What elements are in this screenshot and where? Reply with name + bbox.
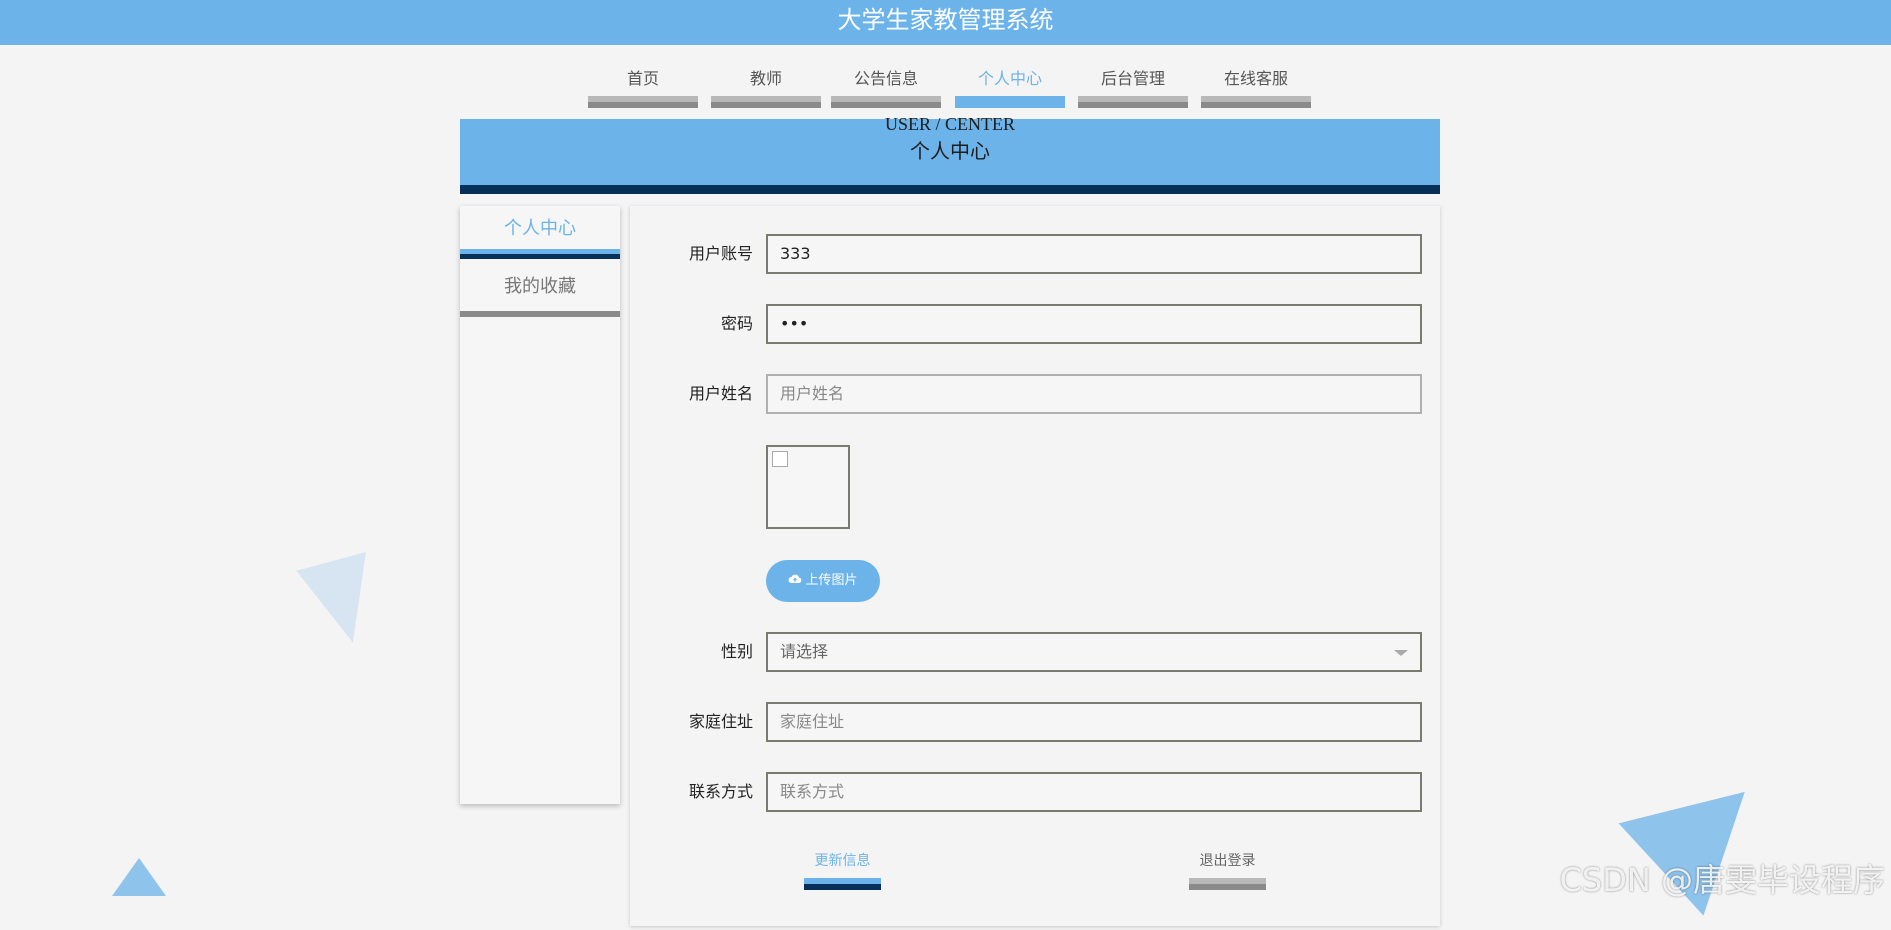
broken-image-icon: [772, 451, 788, 467]
decor-triangle: [296, 552, 388, 652]
address-field[interactable]: [766, 702, 1422, 742]
sidebar-item-label: 个人中心: [504, 218, 576, 239]
nav-online-service[interactable]: 在线客服: [1201, 62, 1311, 108]
app-title: 大学生家教管理系统: [837, 6, 1054, 34]
nav-announcements-label: 公告信息: [853, 69, 918, 88]
gender-row: 性别 请选择: [630, 632, 1440, 672]
password-row: 密码: [630, 304, 1440, 344]
address-row: 家庭住址: [630, 702, 1440, 742]
password-field[interactable]: [766, 304, 1422, 344]
name-row: 用户姓名: [630, 374, 1440, 414]
name-field[interactable]: [766, 374, 1422, 414]
nav-user-center[interactable]: 个人中心: [955, 62, 1065, 108]
banner-title-en: USER / CENTER: [884, 114, 1015, 134]
nav-announcements[interactable]: 公告信息: [831, 62, 941, 108]
upload-image-button[interactable]: 上传图片: [766, 560, 880, 602]
nav-teachers[interactable]: 教师: [711, 62, 821, 108]
logout-button[interactable]: 退出登录: [1189, 850, 1266, 894]
address-label: 家庭住址: [688, 712, 753, 731]
watermark: CSDN @唐雯毕设程序: [1559, 861, 1885, 899]
account-field[interactable]: [766, 234, 1422, 274]
decor-triangle: [112, 858, 166, 896]
contact-row: 联系方式: [630, 772, 1440, 812]
page-banner: USER / CENTER 个人中心: [460, 115, 1440, 194]
account-label: 用户账号: [688, 244, 753, 263]
logout-label: 退出登录: [1199, 853, 1256, 869]
nav-home[interactable]: 首页: [588, 62, 698, 108]
gender-select-value: 请选择: [780, 642, 829, 661]
nav-user-center-label: 个人中心: [977, 69, 1042, 88]
nav-home-label: 首页: [626, 69, 659, 88]
update-info-button[interactable]: 更新信息: [804, 850, 881, 894]
password-label: 密码: [720, 314, 753, 333]
banner-title-zh: 个人中心: [910, 141, 990, 163]
chevron-down-icon: [1394, 650, 1408, 656]
main-nav: 首页 教师 公告信息 个人中心 后台管理 在线客服: [0, 62, 1891, 110]
sidebar-item-favorites[interactable]: 我的收藏: [460, 264, 620, 322]
name-label: 用户姓名: [688, 384, 753, 403]
gender-select[interactable]: 请选择: [766, 632, 1422, 672]
contact-field[interactable]: [766, 772, 1422, 812]
nav-admin-label: 后台管理: [1100, 69, 1165, 88]
contact-label: 联系方式: [688, 782, 753, 801]
sidebar-item-user-center[interactable]: 个人中心: [460, 206, 620, 264]
gender-label: 性别: [720, 642, 753, 661]
cloud-upload-icon: [788, 574, 802, 583]
app-title-bar: 大学生家教管理系统: [0, 0, 1891, 45]
account-row: 用户账号: [630, 234, 1440, 274]
avatar-image-preview: [766, 445, 850, 529]
nav-teachers-label: 教师: [749, 69, 782, 88]
nav-online-service-label: 在线客服: [1223, 69, 1288, 88]
upload-image-label: 上传图片: [805, 573, 858, 588]
nav-admin[interactable]: 后台管理: [1078, 62, 1188, 108]
sidebar: 个人中心 我的收藏: [460, 206, 620, 804]
sidebar-item-label: 我的收藏: [504, 276, 576, 297]
update-info-label: 更新信息: [814, 853, 871, 869]
